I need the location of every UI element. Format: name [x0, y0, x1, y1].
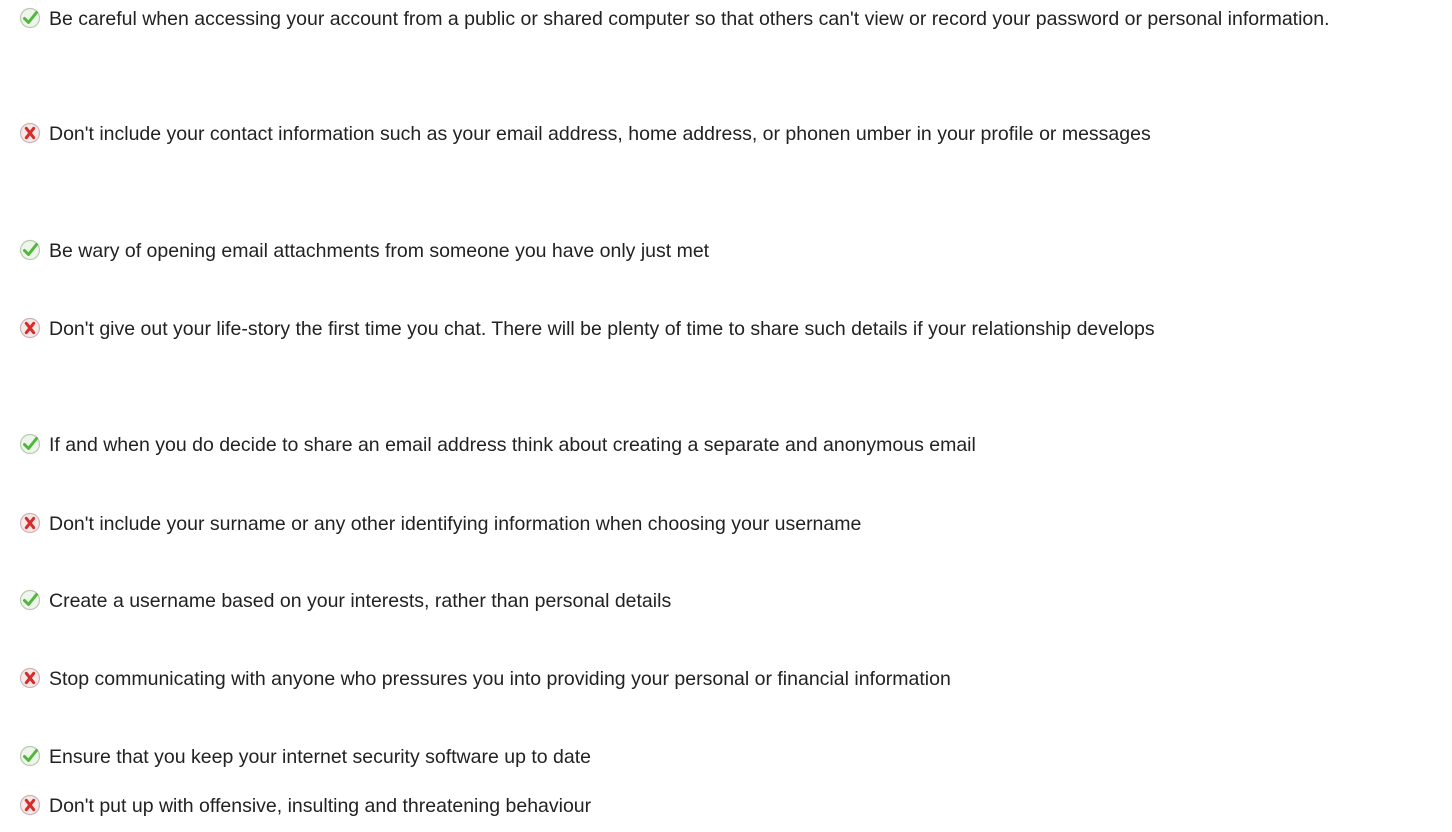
tip-item: Don't give out your life-story the first…: [18, 313, 1448, 346]
check-icon: [19, 433, 41, 455]
tip-item: Don't include your contact information s…: [18, 118, 1448, 151]
tip-text: Don't include your surname or any other …: [49, 513, 862, 535]
tip-item: Be careful when accessing your account f…: [18, 3, 1448, 36]
tip-text: Stop communicating with anyone who press…: [49, 668, 951, 690]
x-icon: [19, 794, 41, 816]
x-icon: [19, 122, 41, 144]
check-icon: [19, 745, 41, 767]
x-icon: [19, 317, 41, 339]
tip-text: Don't include your contact information s…: [49, 123, 1151, 145]
tip-text: If and when you do decide to share an em…: [49, 434, 976, 456]
tip-item: Stop communicating with anyone who press…: [18, 663, 1448, 696]
check-icon: [19, 7, 41, 29]
tip-item: Ensure that you keep your internet secur…: [18, 741, 1448, 774]
tip-text: Be wary of opening email attachments fro…: [49, 240, 710, 262]
tip-item: If and when you do decide to share an em…: [18, 429, 1448, 462]
tip-text: Be careful when accessing your account f…: [49, 8, 1330, 30]
check-icon: [19, 239, 41, 261]
tip-text: Ensure that you keep your internet secur…: [49, 746, 591, 768]
x-icon: [19, 512, 41, 534]
tip-item: Don't put up with offensive, insulting a…: [18, 790, 1448, 823]
tip-text: Create a username based on your interest…: [49, 590, 672, 612]
tip-item: Don't include your surname or any other …: [18, 508, 1448, 541]
tip-text: Don't put up with offensive, insulting a…: [49, 795, 592, 817]
tip-text: Don't give out your life-story the first…: [49, 318, 1155, 340]
check-icon: [19, 589, 41, 611]
tip-item: Create a username based on your interest…: [18, 585, 1448, 618]
x-icon: [19, 667, 41, 689]
tip-item: Be wary of opening email attachments fro…: [18, 235, 1448, 268]
